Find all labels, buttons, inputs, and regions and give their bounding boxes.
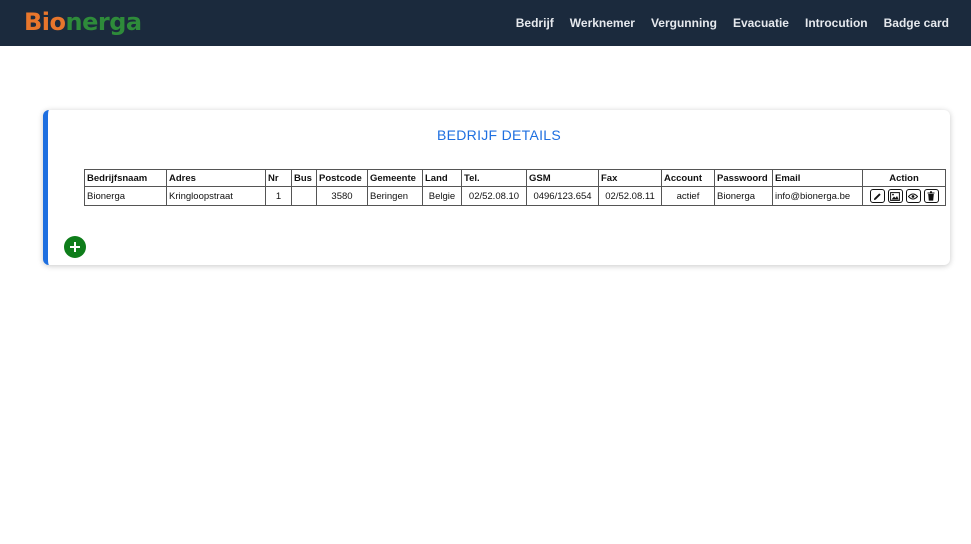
- col-action: Action: [862, 169, 946, 187]
- col-account: Account: [661, 169, 715, 187]
- cell-adres: Kringloopstraat: [166, 186, 266, 206]
- card-title: BEDRIJF DETAILS: [436, 127, 562, 143]
- cell-bus: [291, 186, 317, 206]
- details-card: BEDRIJF DETAILS Bedrijfsnaam Adres Nr Bu…: [43, 110, 950, 265]
- nav-werknemer[interactable]: Werknemer: [570, 16, 635, 30]
- image-button[interactable]: [887, 189, 903, 203]
- cell-fax: 02/52.08.11: [598, 186, 662, 206]
- trash-icon: [927, 191, 935, 201]
- logo-part: io: [41, 8, 66, 36]
- logo-letter: B: [24, 8, 42, 36]
- table-header-row: Bedrijfsnaam Adres Nr Bus Postcode Gemee…: [84, 169, 946, 187]
- col-nr: Nr: [265, 169, 292, 187]
- cell-bedrijfsnaam: Bionerga: [84, 186, 167, 206]
- col-adres: Adres: [166, 169, 266, 187]
- row-actions: [865, 189, 943, 203]
- eye-icon: [908, 193, 918, 199]
- col-bedrijfsnaam: Bedrijfsnaam: [84, 169, 167, 187]
- col-land: Land: [422, 169, 462, 187]
- nav-badge-card[interactable]: Badge card: [884, 16, 949, 30]
- navbar: Bionerga Bedrijf Werknemer Vergunning Ev…: [0, 0, 971, 46]
- pencil-icon: [873, 192, 881, 200]
- view-button[interactable]: [905, 189, 921, 203]
- col-tel: Tel.: [461, 169, 527, 187]
- col-postcode: Postcode: [316, 169, 368, 187]
- table-row: Bionerga Kringloopstraat 1 3580 Beringen…: [84, 186, 946, 206]
- cell-tel: 02/52.08.10: [461, 186, 527, 206]
- image-icon: [890, 191, 900, 201]
- cell-land: Belgie: [422, 186, 462, 206]
- plus-icon: [70, 242, 80, 252]
- cell-email: info@bionerga.be: [772, 186, 863, 206]
- cell-postcode: 3580: [316, 186, 368, 206]
- col-fax: Fax: [598, 169, 662, 187]
- logo-part: nerga: [65, 8, 143, 36]
- delete-button[interactable]: [923, 189, 939, 203]
- nav-vergunning[interactable]: Vergunning: [651, 16, 717, 30]
- col-gsm: GSM: [526, 169, 599, 187]
- cell-account: actief: [661, 186, 715, 206]
- edit-button[interactable]: [869, 189, 885, 203]
- cell-action: [862, 186, 946, 206]
- col-gemeente: Gemeente: [367, 169, 423, 187]
- nav-bedrijf[interactable]: Bedrijf: [516, 16, 554, 30]
- col-passwoord: Passwoord: [714, 169, 773, 187]
- main-nav: Bedrijf Werknemer Vergunning Evacuatie I…: [500, 0, 949, 46]
- col-bus: Bus: [291, 169, 317, 187]
- nav-evacuatie[interactable]: Evacuatie: [733, 16, 789, 30]
- cell-gsm: 0496/123.654: [526, 186, 599, 206]
- col-email: Email: [772, 169, 863, 187]
- add-button[interactable]: [64, 236, 86, 258]
- cell-passwoord: Bionerga: [714, 186, 773, 206]
- brand-logo[interactable]: Bionerga: [24, 7, 142, 37]
- cell-gemeente: Beringen: [367, 186, 423, 206]
- cell-nr: 1: [265, 186, 292, 206]
- nav-introcution[interactable]: Introcution: [805, 16, 868, 30]
- company-table: Bedrijfsnaam Adres Nr Bus Postcode Gemee…: [84, 169, 946, 206]
